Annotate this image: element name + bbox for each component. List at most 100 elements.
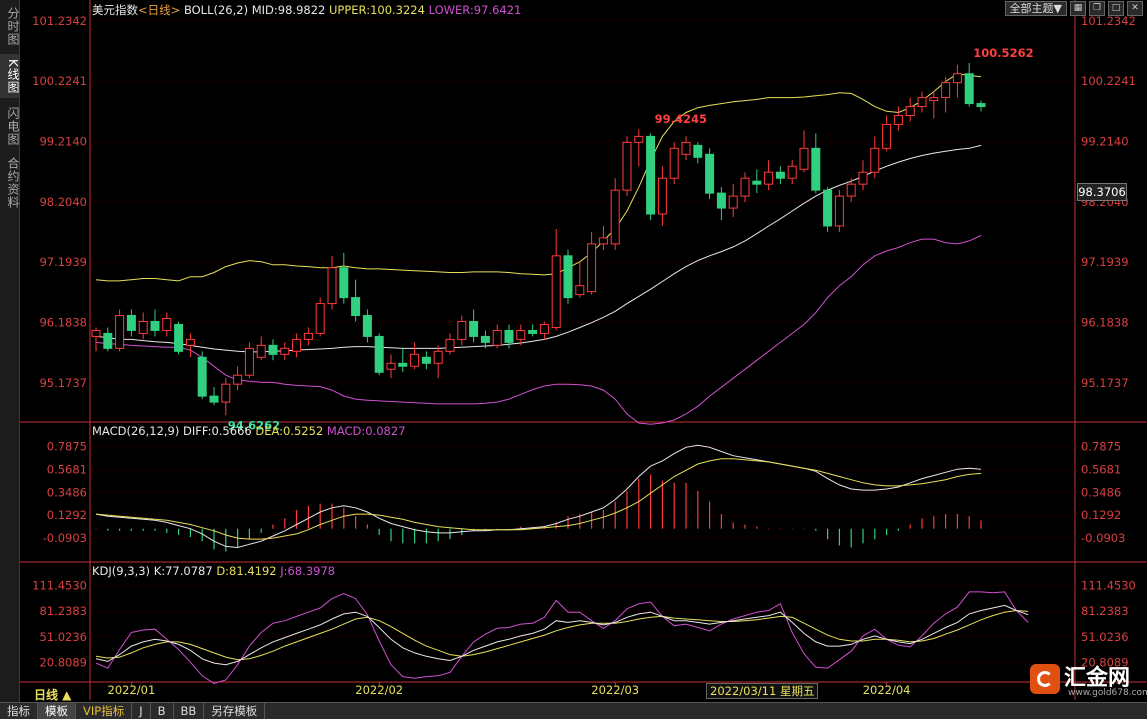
macd-diff-line (95, 444, 982, 549)
y-tick-label-left: 95.1737 (39, 376, 87, 390)
candle-up (256, 344, 266, 358)
candle-up (303, 332, 313, 340)
tab-b[interactable]: B (151, 703, 174, 719)
macd-diff: DIFF:0.5666 (183, 424, 252, 438)
candle-up (551, 255, 561, 328)
candle-down (339, 267, 349, 299)
tab-save-template[interactable]: 另存模板 (204, 703, 266, 719)
sidebar: 分时图 K线图 闪电图 合约资料 (0, 0, 20, 718)
kdj-j-line (95, 591, 1029, 684)
x-tick-label: 2022/01 (108, 683, 156, 697)
candle-up (516, 329, 526, 340)
y-tick-label-right: 100.2241 (1081, 74, 1136, 88)
chart-canvas[interactable]: 101.2342 101.2342 100.2241 100.2241 99.2140 9… (20, 0, 1147, 702)
candle-down (964, 73, 974, 105)
candle-down (646, 135, 656, 215)
y-tick-label-right: 0.1292 (1081, 508, 1121, 522)
y-tick-label-right: 99.2140 (1081, 135, 1129, 149)
symbol-name: 美元指数 (92, 3, 138, 17)
candle-down (811, 147, 821, 191)
candle-up (669, 147, 679, 179)
candle-up (138, 320, 148, 334)
candle-down (563, 255, 573, 299)
candle-up (280, 347, 290, 355)
candle-down (528, 329, 538, 334)
boll-mid-line (95, 144, 982, 353)
y-tick-label-left: 111.4530 (32, 579, 87, 593)
candle-up (728, 195, 738, 209)
candle-up (327, 267, 337, 305)
boll-name: BOLL(26,2) (183, 3, 249, 17)
candle-down (775, 171, 785, 179)
candle-down (469, 320, 479, 337)
boll-lower: LOWER:97.6421 (428, 3, 522, 17)
candle-down (362, 315, 372, 337)
candle-up (433, 350, 443, 364)
candle-down (126, 315, 136, 331)
y-tick-label-right: 111.4530 (1081, 579, 1136, 593)
y-tick-label-left: 96.1838 (39, 315, 87, 329)
candle-down (209, 395, 219, 403)
close-icon[interactable]: ✕ (1127, 1, 1143, 16)
candle-up (315, 303, 325, 334)
candle-up (115, 315, 125, 349)
candle-down (823, 189, 833, 227)
candle-up (233, 374, 243, 385)
candle-up (799, 147, 809, 170)
y-tick-label-left: 98.2040 (39, 195, 87, 209)
candle-down (504, 329, 514, 343)
candle-up (917, 97, 927, 108)
boll-mid: MID:98.9822 (251, 3, 326, 17)
y-tick-label-right: 51.0236 (1081, 630, 1129, 644)
y-tick-label-left: 101.2342 (32, 14, 87, 28)
grid-icon[interactable]: ▦ (1070, 1, 1086, 16)
period-selector[interactable]: 日线 ▲ (34, 686, 71, 703)
tab-j[interactable]: J (132, 703, 151, 719)
kdj-k: K:77.0787 (153, 564, 213, 578)
sidebar-tab-kline[interactable]: K线图 (0, 54, 20, 98)
macd-value: MACD:0.0827 (326, 424, 406, 438)
candle-up (244, 347, 254, 376)
maximize-icon[interactable]: □ (1108, 1, 1124, 16)
candle-up (858, 171, 868, 185)
theme-select[interactable]: 全部主题▼ (1004, 1, 1067, 16)
y-tick-label-left: 0.3486 (47, 485, 87, 499)
tab-template[interactable]: 模板 (38, 703, 76, 719)
kdj-j: J:68.3978 (280, 564, 336, 578)
candle-down (374, 335, 384, 373)
x-tick-label: 2022/02 (355, 683, 403, 697)
candle-up (492, 329, 502, 346)
tab-indicator[interactable]: 指标 (0, 703, 38, 719)
current-price-label: 98.3706 (1077, 183, 1127, 201)
y-tick-label-left: 0.1292 (47, 508, 87, 522)
candle-down (705, 153, 715, 194)
candle-up (634, 135, 644, 143)
y-tick-label-right: 96.1838 (1081, 315, 1129, 329)
candle-up (905, 106, 915, 117)
tab-bb[interactable]: BB (174, 703, 205, 719)
sidebar-tab-flash[interactable]: 闪电图 (0, 104, 20, 148)
candle-down (174, 323, 184, 352)
candle-up (539, 323, 549, 334)
candle-down (150, 320, 160, 331)
kdj-header: KDJ(9,3,3) K:77.0787 D:81.4192 J:68.3978 (92, 564, 335, 578)
sidebar-tab-contract[interactable]: 合约资料 (0, 154, 20, 212)
candle-up (764, 171, 774, 185)
candle-up (410, 353, 420, 367)
y-tick-label-left: 99.2140 (39, 135, 87, 149)
boll-upper-line (95, 73, 982, 282)
window-toolbar: 全部主题▼ ▦ ❐ □ ✕ (1004, 1, 1143, 16)
candle-down (398, 362, 408, 367)
y-tick-label-left: 100.2241 (32, 74, 87, 88)
main-indicator-header: 美元指数<日线> BOLL(26,2) MID:98.9822 UPPER:10… (92, 2, 521, 18)
candle-up (575, 285, 585, 296)
candle-down (752, 180, 762, 185)
tab-vip-indicator[interactable]: VIP指标 (76, 703, 133, 719)
restore-icon[interactable]: ❐ (1089, 1, 1105, 16)
candle-down (716, 192, 726, 209)
candle-up (445, 338, 455, 352)
kdj-name: KDJ(9,3,3) (92, 564, 151, 578)
candlesticks (91, 62, 986, 416)
sidebar-tab-timeshare[interactable]: 分时图 (0, 4, 20, 48)
macd-histogram (95, 474, 982, 552)
